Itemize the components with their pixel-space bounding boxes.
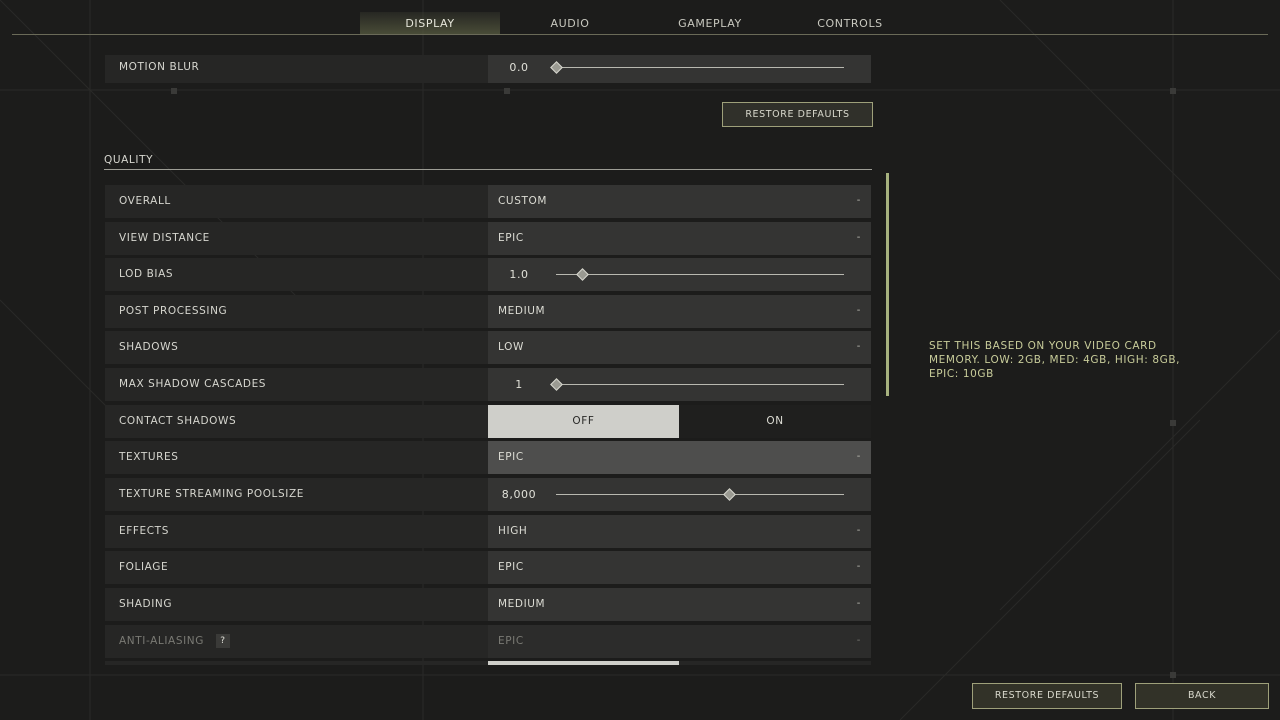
help-question-icon[interactable]: ? xyxy=(215,634,230,648)
contact-shadows-toggle: OFF ON xyxy=(488,405,871,438)
dropdown-caret-icon: - xyxy=(856,561,861,572)
view-distance-dropdown[interactable]: EPIC - xyxy=(488,222,871,255)
setting-row-shading: SHADING MEDIUM - xyxy=(105,588,871,621)
shading-dropdown[interactable]: MEDIUM - xyxy=(488,588,871,621)
slider-thumb[interactable] xyxy=(576,268,589,281)
slider-track[interactable] xyxy=(556,274,844,275)
help-text: SET THIS BASED ON YOUR VIDEO CARD MEMORY… xyxy=(929,340,1181,380)
slider-thumb[interactable] xyxy=(550,61,563,74)
dropdown-value: CUSTOM xyxy=(498,195,548,207)
max-shadow-cascades-slider[interactable]: 1 xyxy=(488,368,871,401)
restore-defaults-section-button[interactable]: RESTORE DEFAULTS xyxy=(722,102,873,127)
setting-row-partial xyxy=(105,661,871,665)
setting-row-post-processing: POST PROCESSING MEDIUM - xyxy=(105,295,871,328)
effects-dropdown[interactable]: HIGH - xyxy=(488,515,871,548)
nav-divider xyxy=(12,34,1268,35)
dropdown-value: EPIC xyxy=(498,635,524,647)
setting-row-lod-bias: LOD BIAS 1.0 xyxy=(105,258,871,291)
setting-row-view-distance: VIEW DISTANCE EPIC - xyxy=(105,222,871,255)
slider-value: 1.0 xyxy=(509,268,529,281)
setting-row-anti-aliasing: ANTI-ALIASING ? EPIC - xyxy=(105,625,871,658)
setting-label: TEXTURES xyxy=(119,451,179,463)
dropdown-caret-icon: - xyxy=(856,598,861,609)
toggle-off-option[interactable]: OFF xyxy=(488,405,679,438)
partial-toggle xyxy=(488,661,679,665)
section-divider xyxy=(104,169,872,170)
setting-row-textures: TEXTURES EPIC - xyxy=(105,441,871,474)
setting-row-foliage: FOLIAGE EPIC - xyxy=(105,551,871,584)
setting-row-motion-blur: MOTION BLUR 0.0 xyxy=(105,55,871,83)
tab-audio[interactable]: AUDIO xyxy=(500,12,640,35)
texture-streaming-poolsize-slider[interactable]: 8,000 xyxy=(488,478,871,511)
setting-label: TEXTURE STREAMING POOLSIZE xyxy=(119,488,304,500)
setting-row-overall: OVERALL CUSTOM - xyxy=(105,185,871,218)
dropdown-caret-icon: - xyxy=(856,341,861,352)
dropdown-value: MEDIUM xyxy=(498,305,546,317)
dropdown-value: LOW xyxy=(498,341,524,353)
overall-dropdown[interactable]: CUSTOM - xyxy=(488,185,871,218)
slider-value: 1 xyxy=(515,378,523,391)
slider-thumb[interactable] xyxy=(550,378,563,391)
motion-blur-slider[interactable]: 0.0 xyxy=(488,55,871,83)
dropdown-value: HIGH xyxy=(498,525,528,537)
setting-label: MAX SHADOW CASCADES xyxy=(119,378,267,390)
slider-track[interactable] xyxy=(556,67,844,68)
back-button[interactable]: BACK xyxy=(1135,683,1269,709)
setting-label: OVERALL xyxy=(119,195,171,207)
setting-label: CONTACT SHADOWS xyxy=(119,415,237,427)
setting-row-effects: EFFECTS HIGH - xyxy=(105,515,871,548)
scrollbar-thumb[interactable] xyxy=(886,173,889,396)
dropdown-caret-icon: - xyxy=(856,635,861,646)
slider-thumb[interactable] xyxy=(722,488,736,501)
dropdown-caret-icon: - xyxy=(856,232,861,243)
post-processing-dropdown[interactable]: MEDIUM - xyxy=(488,295,871,328)
setting-row-texture-streaming-poolsize: TEXTURE STREAMING POOLSIZE 8,000 xyxy=(105,478,871,511)
setting-row-max-shadow-cascades: MAX SHADOW CASCADES 1 xyxy=(105,368,871,401)
setting-label: MOTION BLUR xyxy=(119,61,200,73)
shadows-dropdown[interactable]: LOW - xyxy=(488,331,871,364)
setting-row-shadows: SHADOWS LOW - xyxy=(105,331,871,364)
setting-label: LOD BIAS xyxy=(119,268,174,280)
dropdown-caret-icon: - xyxy=(856,305,861,316)
restore-defaults-button[interactable]: RESTORE DEFAULTS xyxy=(972,683,1122,709)
setting-label: POST PROCESSING xyxy=(119,305,228,317)
setting-label-with-help: ANTI-ALIASING ? xyxy=(119,625,230,658)
dropdown-value: EPIC xyxy=(498,561,524,573)
dropdown-value: EPIC xyxy=(498,451,524,463)
foliage-dropdown[interactable]: EPIC - xyxy=(488,551,871,584)
setting-label: SHADOWS xyxy=(119,341,179,353)
setting-label: ANTI-ALIASING xyxy=(119,635,204,647)
dropdown-caret-icon: - xyxy=(856,195,861,206)
dropdown-caret-icon: - xyxy=(856,525,861,536)
tab-display[interactable]: DISPLAY xyxy=(360,12,500,35)
slider-track[interactable] xyxy=(556,384,844,385)
setting-label: SHADING xyxy=(119,598,173,610)
textures-dropdown[interactable]: EPIC - xyxy=(488,441,871,474)
dropdown-value: EPIC xyxy=(498,232,524,244)
tab-controls[interactable]: CONTROLS xyxy=(780,12,920,35)
setting-label: VIEW DISTANCE xyxy=(119,232,210,244)
toggle-on-option[interactable]: ON xyxy=(679,405,871,438)
slider-value: 0.0 xyxy=(509,61,529,74)
slider-value: 8,000 xyxy=(501,488,537,501)
slider-track[interactable] xyxy=(556,494,844,495)
setting-label: EFFECTS xyxy=(119,525,169,537)
lod-bias-slider[interactable]: 1.0 xyxy=(488,258,871,291)
setting-label: FOLIAGE xyxy=(119,561,169,573)
anti-aliasing-dropdown: EPIC - xyxy=(488,625,871,658)
dropdown-value: MEDIUM xyxy=(498,598,546,610)
section-title-quality: QUALITY xyxy=(104,154,154,166)
tab-gameplay[interactable]: GAMEPLAY xyxy=(640,12,780,35)
dropdown-caret-icon: - xyxy=(856,451,861,462)
setting-row-contact-shadows: CONTACT SHADOWS OFF ON xyxy=(105,405,871,438)
